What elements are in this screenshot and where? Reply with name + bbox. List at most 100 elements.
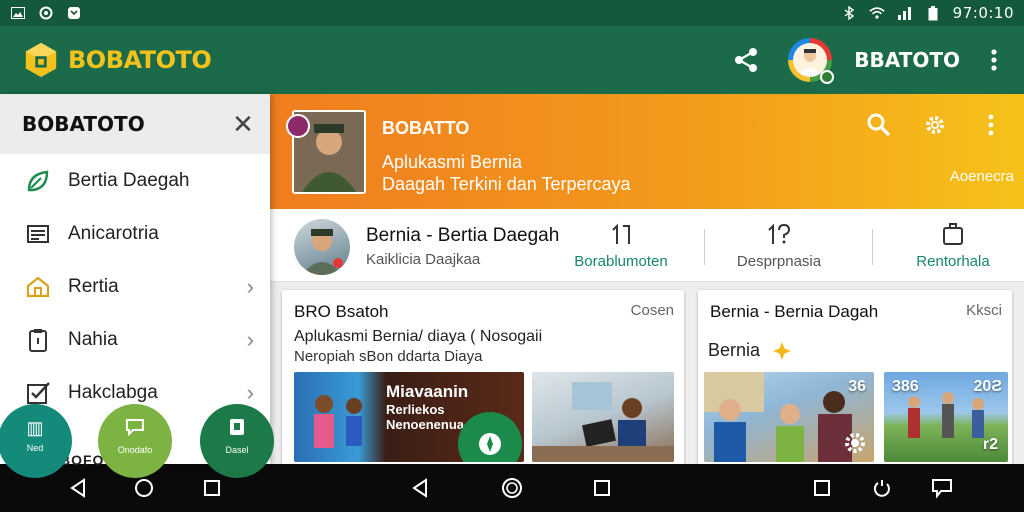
thumbnail-caption: Miavaanin Rerliekos Nenoenenua xyxy=(386,382,468,432)
stat-rentorhala[interactable]: Rentorhala xyxy=(888,221,1018,270)
app-bar-actions: BBATOTO xyxy=(726,38,1006,84)
back-icon xyxy=(412,478,427,498)
hero-actions xyxy=(864,110,1006,140)
drawer-item-anicarotria[interactable]: Anicarotria xyxy=(0,207,270,260)
hero-banner: BOBATTO Aplukasmi Bernia Daagah Terkini … xyxy=(270,94,1024,209)
drawer-header: BOBATOTO ✕ xyxy=(0,94,270,154)
home-icon xyxy=(502,478,522,498)
card-thumbnail[interactable]: Miavaanin Rerliekos Nenoenenua xyxy=(294,372,524,462)
chevron-right-icon: › xyxy=(246,326,254,352)
search-icon xyxy=(867,113,891,137)
card-header: BRO Bsatoh Cosen xyxy=(294,302,674,322)
chat-icon xyxy=(932,479,952,498)
brand[interactable]: BOBATOTO xyxy=(22,41,212,79)
card-tag[interactable]: Kksci xyxy=(966,302,1002,322)
more-vert-icon xyxy=(991,49,997,71)
hero-more-button[interactable] xyxy=(976,110,1006,140)
news-card[interactable]: BRO Bsatoh Cosen Aplukasmi Bernia/ diaya… xyxy=(282,290,684,464)
thumbnail-caption-line: Rerliekos xyxy=(386,402,445,417)
channel-info-row: Bernia - Bertia Daegah Kaiklicia Daajkaa… xyxy=(270,209,1024,282)
bookmark-icon xyxy=(229,418,245,441)
fab-label: Onodafo xyxy=(117,445,153,455)
recents-button[interactable] xyxy=(200,476,224,500)
overflow-menu-button[interactable] xyxy=(982,40,1006,80)
location-pin-icon xyxy=(286,114,310,138)
drawer-item-rertia[interactable]: Rertia › xyxy=(0,260,270,313)
drawer-item-bertia-daegah[interactable]: Bertia Daegah xyxy=(0,154,270,207)
leaf-icon xyxy=(24,167,52,195)
more-vert-icon xyxy=(988,114,994,136)
stat-borablumoten[interactable]: Borablumoten xyxy=(556,221,686,270)
card-subtitle-row: Bernia xyxy=(708,340,792,361)
card-tag[interactable]: Cosen xyxy=(631,302,674,322)
house-icon xyxy=(24,273,52,301)
fab-onodafo[interactable]: Onodafo xyxy=(98,404,172,478)
play-button[interactable] xyxy=(458,412,522,462)
hero-subtitle-line2: Daagah Terkini dan Terpercaya xyxy=(382,174,631,194)
news-card[interactable]: Bernia - Bernia Dagah Kksci Bernia 36 38… xyxy=(698,290,1012,464)
home-icon xyxy=(135,479,153,497)
card-title: BRO Bsatoh xyxy=(294,302,389,321)
channel-title: Bernia - Bertia Daegah xyxy=(366,225,560,246)
chat-button[interactable] xyxy=(930,476,954,500)
card-thumbnail[interactable]: 36 xyxy=(704,372,874,462)
chevron-right-icon: › xyxy=(246,379,254,405)
card-thumbnail[interactable] xyxy=(532,372,674,462)
channel-avatar[interactable] xyxy=(294,219,350,275)
recents-icon xyxy=(814,480,830,496)
stat-desprpnasia[interactable]: Desprpnasia xyxy=(714,221,844,270)
recents-button[interactable] xyxy=(590,476,614,500)
fab-label: Ned xyxy=(26,443,44,453)
question-arrow-icon xyxy=(714,221,844,247)
card-header: Bernia - Bernia Dagah Kksci xyxy=(710,302,1002,322)
fab-dasel[interactable]: Dasel xyxy=(200,404,274,478)
share-button[interactable] xyxy=(726,40,766,80)
card-thumbnail[interactable]: 386 20Ƨ r2 xyxy=(884,372,1008,462)
fab-ned[interactable]: ▥ Ned xyxy=(0,404,72,478)
status-left xyxy=(10,5,82,21)
brand-name: BOBATOTO xyxy=(68,46,212,74)
back-button[interactable] xyxy=(408,476,432,500)
sync-icon xyxy=(38,5,54,21)
hero-more-label[interactable]: Aoenecra xyxy=(950,168,1014,185)
thumbnail-caption-line: Nenoenenua xyxy=(386,417,465,432)
verified-badge-icon xyxy=(820,70,835,84)
clipboard-icon xyxy=(24,326,52,354)
stat-label: Desprpnasia xyxy=(736,253,822,270)
notification-icon xyxy=(66,5,82,21)
card-title: Bernia - Bernia Dagah xyxy=(710,302,879,321)
settings-icon[interactable] xyxy=(842,430,868,456)
checkbox-icon xyxy=(24,379,52,407)
close-icon[interactable]: ✕ xyxy=(230,109,256,139)
avatar[interactable] xyxy=(788,38,835,84)
share-icon xyxy=(735,48,758,72)
back-button[interactable] xyxy=(66,476,90,500)
thumbnail-caption-line: Miavaanin xyxy=(386,382,469,401)
fab-label: Dasel xyxy=(225,445,249,455)
star-icon xyxy=(773,341,792,360)
app-bar: BOBATOTO BBATOTO xyxy=(0,26,1024,94)
divider xyxy=(704,229,705,265)
compass-icon xyxy=(479,433,501,455)
bluetooth-icon xyxy=(841,5,857,21)
hero-subtitle-line1: Aplukasmi Bernia xyxy=(382,152,523,172)
recents-icon xyxy=(204,480,220,496)
signal-icon xyxy=(897,5,913,21)
card-subtitle: Bernia xyxy=(708,340,761,360)
thumbnail-badge: r2 xyxy=(982,436,998,453)
card-description: Aplukasmi Bernia/ diaya ( Nosogaii xyxy=(294,328,543,345)
settings-button[interactable] xyxy=(920,110,950,140)
user-name[interactable]: BBATOTO xyxy=(854,48,960,72)
arrow-up-icon xyxy=(556,221,686,247)
home-button[interactable] xyxy=(132,476,156,500)
recents-button[interactable] xyxy=(810,476,834,500)
thumbnail-badge: 36 xyxy=(848,378,866,395)
search-button[interactable] xyxy=(864,110,894,140)
status-bar: 97:0:10 xyxy=(0,0,1024,26)
chevron-right-icon: › xyxy=(246,273,254,299)
drawer-item-label: Hakclabga xyxy=(68,381,158,403)
drawer-title: BOBATOTO xyxy=(22,112,145,136)
rotate-button[interactable] xyxy=(870,476,894,500)
home-button[interactable] xyxy=(500,476,524,500)
drawer-item-nahia[interactable]: Nahia › xyxy=(0,313,270,366)
